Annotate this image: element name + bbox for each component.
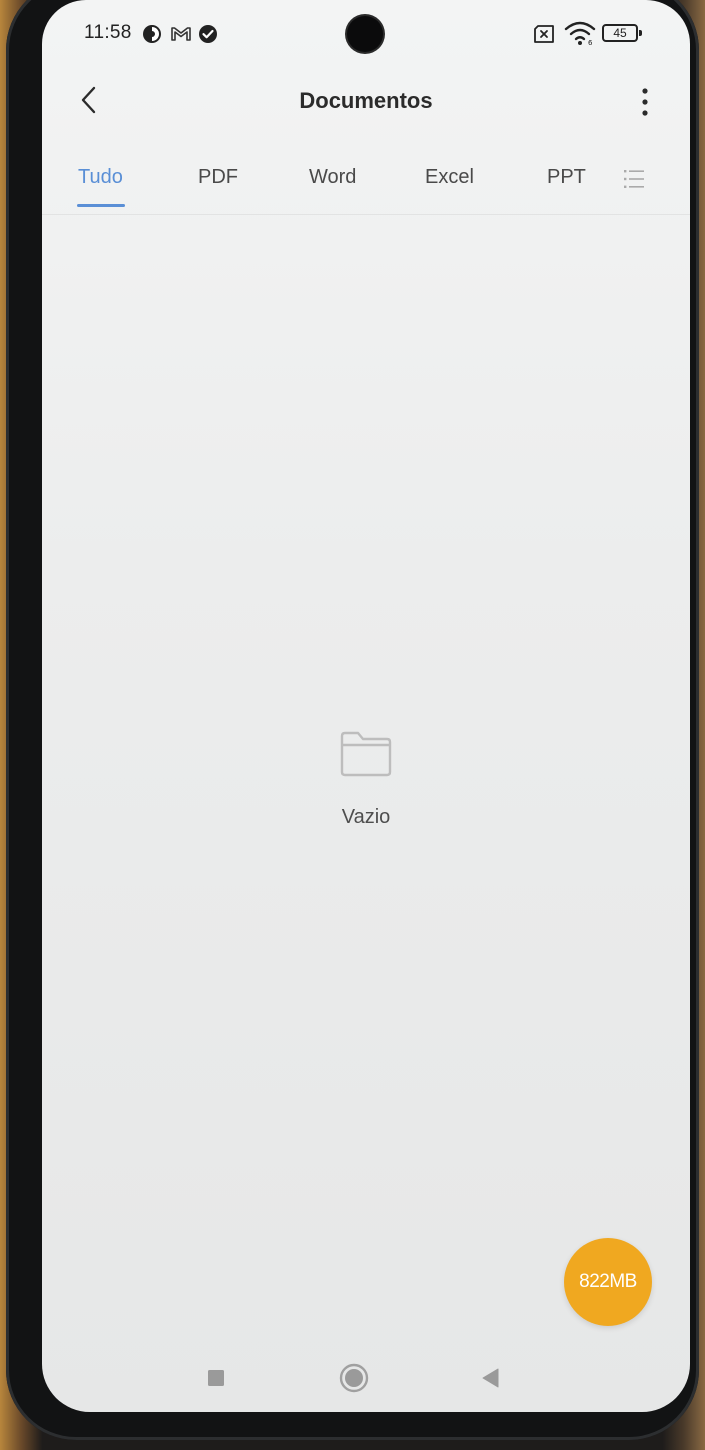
recents-icon[interactable] bbox=[198, 1360, 234, 1396]
wifi-icon: 6 bbox=[564, 21, 596, 46]
status-bar: 11:58 6 45 bbox=[42, 14, 690, 54]
check-circle-icon bbox=[199, 25, 217, 43]
page-title: Documentos bbox=[299, 88, 433, 113]
status-time: 11:58 bbox=[84, 22, 132, 43]
svg-text:6: 6 bbox=[588, 39, 593, 46]
folder-icon bbox=[340, 731, 392, 777]
home-icon[interactable] bbox=[336, 1360, 372, 1396]
data-saver-icon bbox=[143, 25, 161, 43]
back-icon[interactable] bbox=[472, 1360, 508, 1396]
empty-label: Vazio bbox=[341, 806, 391, 828]
battery-icon: 45 bbox=[602, 24, 642, 42]
tab-bar: Tudo PDF Word Excel PPT bbox=[42, 150, 690, 215]
front-camera bbox=[347, 16, 383, 52]
tab-word[interactable]: Word bbox=[309, 166, 356, 189]
navigation-bar bbox=[42, 1350, 690, 1406]
tab-excel[interactable]: Excel bbox=[425, 166, 474, 189]
more-vertical-icon bbox=[642, 88, 648, 116]
empty-state: Vazio bbox=[42, 728, 690, 829]
storage-button[interactable]: 822MB bbox=[564, 1238, 652, 1326]
sim-off-icon bbox=[534, 25, 554, 43]
battery-level: 45 bbox=[613, 26, 627, 40]
screen: 11:58 6 45 Documentos Tudo PDF Word Exce… bbox=[42, 0, 690, 1412]
phone-frame: 11:58 6 45 Documentos Tudo PDF Word Exce… bbox=[6, 0, 699, 1440]
more-options-button[interactable] bbox=[630, 82, 660, 122]
battery-tip bbox=[639, 30, 642, 36]
tab-all[interactable]: Tudo bbox=[78, 166, 123, 189]
tab-pdf[interactable]: PDF bbox=[198, 166, 238, 189]
header: Documentos bbox=[42, 74, 690, 130]
gmail-icon bbox=[171, 27, 191, 41]
tab-ppt[interactable]: PPT bbox=[547, 166, 586, 189]
active-tab-indicator bbox=[77, 204, 125, 207]
list-view-toggle-icon[interactable] bbox=[622, 168, 646, 190]
